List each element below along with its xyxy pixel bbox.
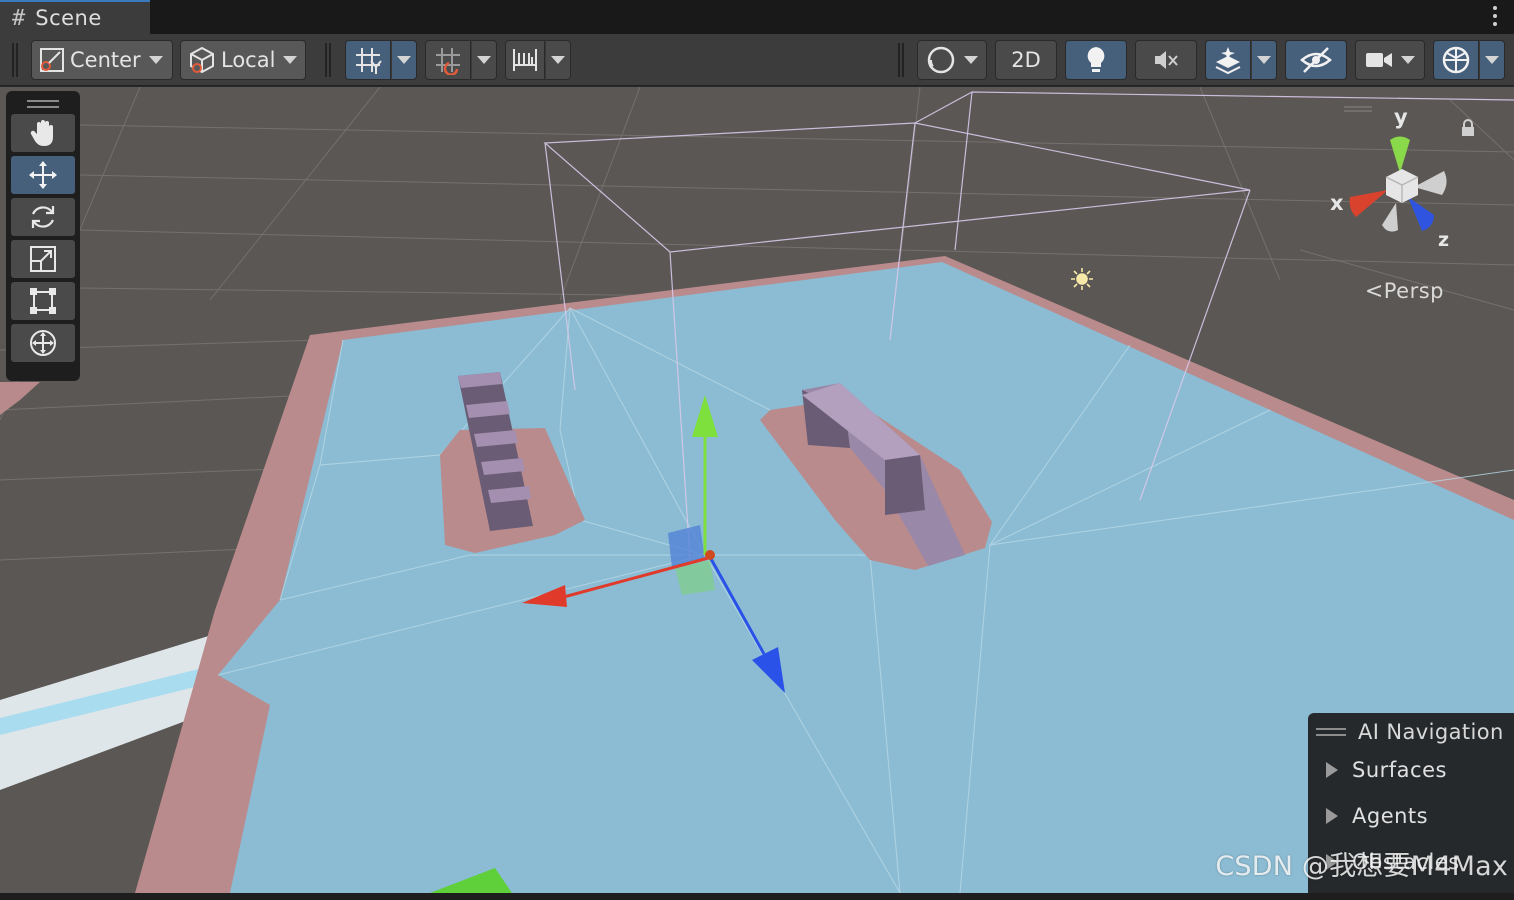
increment-snap-dropdown[interactable] [471, 40, 497, 80]
chevron-down-icon [1401, 56, 1415, 64]
lighting-toggle[interactable] [1065, 40, 1127, 80]
ai-navigation-header[interactable]: AI Navigation [1316, 717, 1506, 747]
local-cube-icon [190, 46, 214, 74]
orientation-gizmo[interactable]: y x z [1314, 105, 1474, 255]
more-options-icon[interactable] [1490, 4, 1500, 28]
chevron-down-icon [397, 56, 411, 64]
transform-tool-button[interactable] [11, 324, 75, 362]
foldout-surfaces[interactable]: Surfaces [1316, 747, 1506, 793]
scale-tool-button[interactable] [11, 240, 75, 278]
foldout-surfaces-label: Surfaces [1352, 758, 1447, 782]
window-bottom-edge [0, 893, 1514, 900]
gizmo-z-label: z [1438, 229, 1450, 251]
pivot-rotation-dropdown[interactable]: Local [180, 40, 306, 80]
scene-grid-icon: # [12, 5, 26, 31]
grid-snap-dropdown[interactable] [391, 40, 417, 80]
gizmos-button[interactable] [1433, 40, 1479, 80]
view-axis-lines [1344, 106, 1372, 112]
move-icon [29, 161, 57, 189]
chevron-down-icon [1485, 56, 1499, 64]
foldout-agents-label: Agents [1352, 804, 1429, 828]
gizmo-y-label: y [1394, 105, 1408, 129]
pivot-mode-dropdown[interactable]: Center [31, 40, 173, 80]
foldout-agents[interactable]: Agents [1316, 793, 1506, 839]
effects-dropdown[interactable] [1251, 40, 1277, 80]
lock-icon[interactable] [1460, 119, 1476, 141]
overlay-handle-icon [1316, 728, 1346, 736]
foldout-arrow-icon [1326, 762, 1338, 778]
rotate-tool-button[interactable] [11, 198, 75, 236]
lightbulb-icon [1087, 47, 1105, 72]
pivot-center-icon [40, 48, 64, 72]
rect-transform-icon [30, 288, 56, 314]
hand-tool-button[interactable] [11, 114, 75, 152]
effects-icon [1215, 47, 1241, 75]
move-tool-button[interactable] [11, 156, 75, 194]
mode-2d-button[interactable]: 2D [995, 40, 1057, 80]
scene-visibility-toggle[interactable] [1285, 40, 1347, 80]
audio-toggle[interactable] [1135, 40, 1197, 80]
ruler-icon [513, 49, 537, 71]
shading-mode-icon [927, 46, 955, 74]
chevron-down-icon [551, 56, 565, 64]
chevron-down-icon [148, 56, 163, 64]
increment-snap-icon [436, 48, 460, 75]
visibility-icon [1300, 47, 1332, 73]
increment-snap-button[interactable] [425, 40, 471, 80]
chevron-down-icon [964, 56, 978, 64]
toolbar-grip[interactable] [325, 43, 331, 77]
scene-viewport[interactable]: y x z <Persp AI Navigation Surfaces Agen… [0, 87, 1514, 893]
gizmos-dropdown[interactable] [1479, 40, 1505, 80]
camera-icon [1366, 53, 1392, 67]
projection-toggle[interactable]: <Persp [1365, 279, 1444, 304]
chevron-down-icon [283, 56, 298, 64]
scale-icon [30, 246, 56, 272]
gizmos-icon [1442, 46, 1470, 74]
shading-mode-dropdown[interactable] [917, 40, 987, 80]
toolbar-grip[interactable] [12, 43, 18, 77]
grid-snap-button[interactable] [345, 40, 391, 80]
tools-overlay-handle[interactable] [11, 97, 75, 111]
grid-snap-icon [356, 48, 382, 74]
sun-light-icon [1071, 268, 1093, 290]
ruler-button[interactable] [505, 40, 545, 80]
projection-label: Persp [1383, 279, 1444, 303]
ruler-dropdown[interactable] [545, 40, 571, 80]
chevron-down-icon [1257, 56, 1271, 64]
audio-mute-icon [1155, 51, 1178, 69]
tab-scene[interactable]: # Scene [0, 0, 150, 34]
watermark-text: CSDN @我想要M4Max [1215, 851, 1508, 882]
pivot-mode-label: Center [70, 48, 141, 72]
tools-overlay [6, 91, 80, 381]
transform-icon [30, 330, 56, 356]
tab-bar: # Scene [0, 0, 1514, 34]
scene-toolbar: Center Local 2D [0, 34, 1514, 86]
rotate-icon [31, 206, 55, 228]
ai-navigation-title: AI Navigation [1358, 720, 1504, 744]
chevron-down-icon [477, 56, 491, 64]
effects-button[interactable] [1205, 40, 1251, 80]
mode-2d-label: 2D [1011, 48, 1041, 72]
scene-3d-view[interactable] [0, 87, 1514, 893]
hand-icon [30, 120, 53, 146]
rect-tool-button[interactable] [11, 282, 75, 320]
gizmo-x-label: x [1330, 191, 1344, 215]
foldout-arrow-icon [1326, 808, 1338, 824]
toolbar-grip[interactable] [898, 43, 904, 77]
pivot-rotation-label: Local [221, 48, 276, 72]
camera-settings-dropdown[interactable] [1355, 40, 1425, 80]
tab-scene-label: Scene [35, 6, 102, 30]
perspective-icon: < [1364, 279, 1384, 304]
